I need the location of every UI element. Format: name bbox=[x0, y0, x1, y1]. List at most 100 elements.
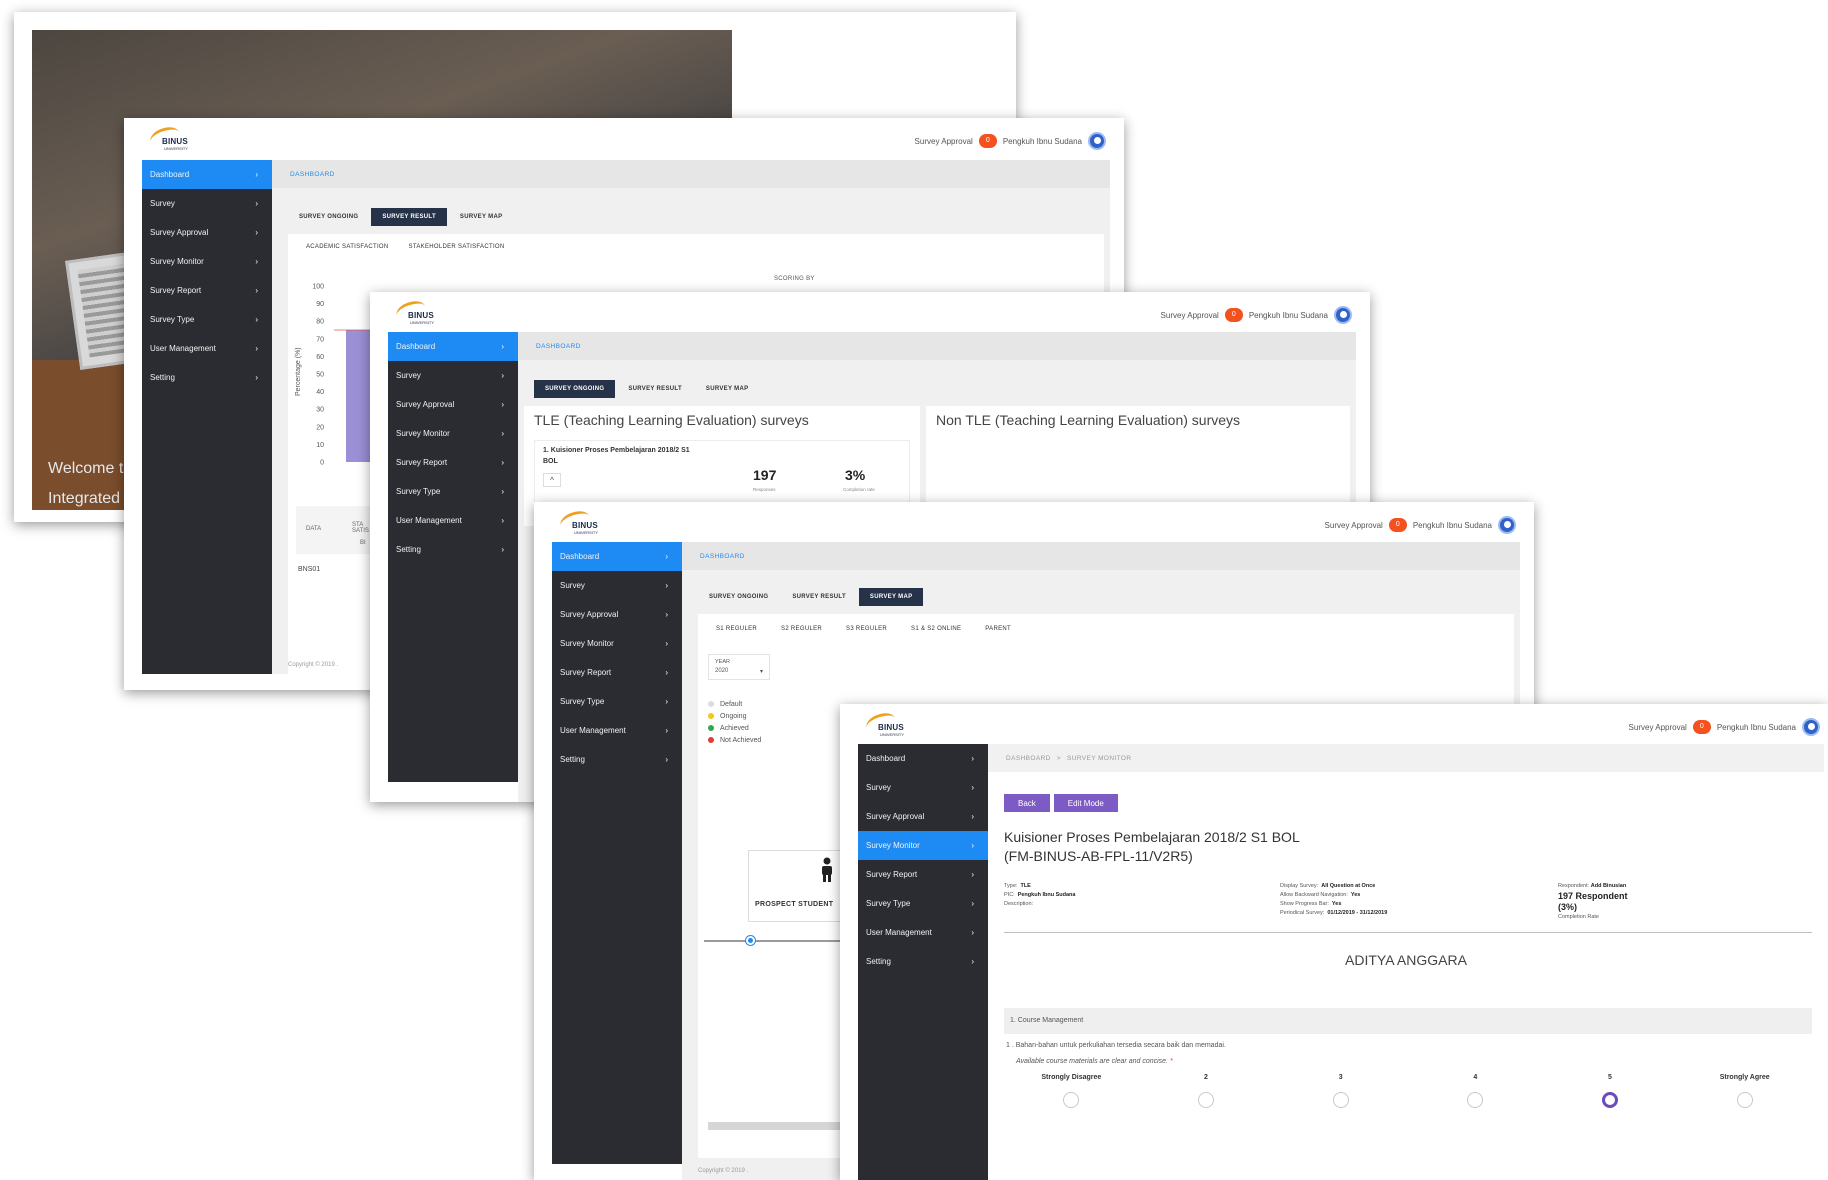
timeline-point[interactable] bbox=[746, 936, 755, 945]
sidebar-item-survey-type[interactable]: Survey Type › bbox=[142, 305, 272, 334]
sidebar-item-survey[interactable]: Survey › bbox=[552, 571, 682, 600]
sidebar-item-label: Dashboard bbox=[866, 754, 906, 763]
survey-approval-link[interactable]: Survey Approval bbox=[1325, 521, 1383, 530]
question-text: 1 . Bahan-bahan untuk perkuliahan tersed… bbox=[1006, 1042, 1226, 1049]
survey-title: Kuisioner Proses Pembelajaran 2018/2 S1 … bbox=[1004, 828, 1300, 866]
tab-survey-ongoing[interactable]: SURVEY ONGOING bbox=[698, 588, 779, 606]
edit-mode-button[interactable]: Edit Mode bbox=[1053, 794, 1118, 812]
rating-radio[interactable] bbox=[1332, 1092, 1349, 1108]
required-mark: * bbox=[1169, 1058, 1173, 1065]
rating-option: 3 bbox=[1332, 1074, 1349, 1108]
sidebar-item-dashboard[interactable]: Dashboard › bbox=[388, 332, 518, 361]
table-header-data: DATA bbox=[306, 526, 322, 532]
sidebar-item-survey-type[interactable]: Survey Type › bbox=[388, 477, 518, 506]
sidebar-item-survey-type[interactable]: Survey Type › bbox=[552, 687, 682, 716]
tab-survey-result[interactable]: SURVEY RESULT bbox=[371, 208, 447, 226]
collapse-button[interactable]: ^ bbox=[543, 473, 561, 487]
chevron-up-icon: ^ bbox=[550, 476, 554, 485]
bar[interactable] bbox=[346, 330, 372, 462]
tab-survey-map[interactable]: SURVEY MAP bbox=[449, 208, 513, 226]
subtab-parent[interactable]: PARENT bbox=[985, 626, 1011, 632]
rating-radio[interactable] bbox=[1063, 1092, 1080, 1108]
sidebar-item-survey-monitor[interactable]: Survey Monitor › bbox=[388, 419, 518, 448]
sidebar-item-setting[interactable]: Setting › bbox=[142, 363, 272, 392]
rating-radio[interactable] bbox=[1467, 1092, 1484, 1108]
user-name[interactable]: Pengkuh Ibnu Sudana bbox=[1413, 521, 1492, 530]
breadcrumb-dashboard[interactable]: DASHBOARD bbox=[700, 553, 745, 560]
survey-code: (FM-BINUS-AB-FPL-11/V2R5) bbox=[1004, 848, 1193, 864]
avatar[interactable] bbox=[1334, 306, 1352, 324]
sidebar-item-setting[interactable]: Setting › bbox=[552, 745, 682, 774]
avatar[interactable] bbox=[1088, 132, 1106, 150]
avatar[interactable] bbox=[1802, 718, 1820, 736]
subtab-s3-reguler[interactable]: S3 REGULER bbox=[846, 626, 887, 632]
sidebar-item-survey-type[interactable]: Survey Type › bbox=[858, 889, 988, 918]
subtab-s1-reguler[interactable]: S1 REGULER bbox=[716, 626, 757, 632]
sidebar-item-dashboard[interactable]: Dashboard › bbox=[142, 160, 272, 189]
sidebar-item-user-management[interactable]: User Management › bbox=[858, 918, 988, 947]
breadcrumb-dashboard[interactable]: DASHBOARD bbox=[536, 343, 581, 350]
sidebar-item-label: Survey Monitor bbox=[396, 429, 450, 438]
user-name[interactable]: Pengkuh Ibnu Sudana bbox=[1249, 311, 1328, 320]
sidebar-item-survey-report[interactable]: Survey Report › bbox=[858, 860, 988, 889]
user-name[interactable]: Pengkuh Ibnu Sudana bbox=[1003, 137, 1082, 146]
survey-approval-link[interactable]: Survey Approval bbox=[915, 137, 973, 146]
sidebar-item-survey[interactable]: Survey › bbox=[858, 773, 988, 802]
sidebar-item-survey-approval[interactable]: Survey Approval › bbox=[142, 218, 272, 247]
sidebar-item-user-management[interactable]: User Management › bbox=[552, 716, 682, 745]
avatar[interactable] bbox=[1498, 516, 1516, 534]
breadcrumb-dashboard[interactable]: DASHBOARD bbox=[290, 171, 335, 178]
chevron-right-icon: › bbox=[971, 841, 974, 850]
sidebar-item-survey-report[interactable]: Survey Report › bbox=[388, 448, 518, 477]
survey-approval-link[interactable]: Survey Approval bbox=[1161, 311, 1219, 320]
legend-dot bbox=[708, 737, 714, 743]
sidebar: Dashboard › Survey › Survey Approval › Survey … bbox=[858, 744, 988, 1180]
sidebar-item-dashboard[interactable]: Dashboard › bbox=[552, 542, 682, 571]
rating-radio[interactable] bbox=[1602, 1092, 1618, 1108]
tab-survey-map[interactable]: SURVEY MAP bbox=[858, 588, 924, 606]
survey-approval-link[interactable]: Survey Approval bbox=[1629, 723, 1687, 732]
tab-survey-result[interactable]: SURVEY RESULT bbox=[781, 588, 857, 606]
horizontal-scrollbar[interactable] bbox=[708, 1122, 858, 1130]
chevron-right-icon: › bbox=[665, 552, 668, 561]
sidebar-item-survey-approval[interactable]: Survey Approval › bbox=[552, 600, 682, 629]
rating-radio[interactable] bbox=[1736, 1092, 1753, 1108]
tab-survey-result[interactable]: SURVEY RESULT bbox=[617, 380, 693, 398]
sidebar-item-survey-monitor[interactable]: Survey Monitor › bbox=[858, 831, 988, 860]
sidebar-item-survey-monitor[interactable]: Survey Monitor › bbox=[552, 629, 682, 658]
non-tle-title: Non TLE (Teaching Learning Evaluation) s… bbox=[936, 412, 1241, 428]
top-bar: BINUS UNIVERSITY Survey Approval 0 Pengku… bbox=[370, 292, 1370, 332]
user-name[interactable]: Pengkuh Ibnu Sudana bbox=[1717, 723, 1796, 732]
sidebar-item-setting[interactable]: Setting › bbox=[858, 947, 988, 976]
sidebar-item-setting[interactable]: Setting › bbox=[388, 535, 518, 564]
sidebar-item-survey-monitor[interactable]: Survey Monitor › bbox=[142, 247, 272, 276]
breadcrumb-dashboard[interactable]: DASHBOARD bbox=[1006, 755, 1051, 762]
sidebar-item-dashboard[interactable]: Dashboard › bbox=[858, 744, 988, 773]
legend-item: Ongoing bbox=[708, 710, 761, 722]
tab-survey-ongoing[interactable]: SURVEY ONGOING bbox=[288, 208, 369, 226]
sidebar-item-survey[interactable]: Survey › bbox=[388, 361, 518, 390]
chevron-right-icon: › bbox=[501, 429, 504, 438]
tab-survey-ongoing[interactable]: SURVEY ONGOING bbox=[534, 380, 616, 398]
chevron-right-icon: › bbox=[255, 199, 258, 208]
sidebar-item-user-management[interactable]: User Management › bbox=[142, 334, 272, 363]
sidebar-item-survey-report[interactable]: Survey Report › bbox=[552, 658, 682, 687]
sidebar-item-survey-report[interactable]: Survey Report › bbox=[142, 276, 272, 305]
sidebar-item-survey-approval[interactable]: Survey Approval › bbox=[388, 390, 518, 419]
sidebar-item-survey-approval[interactable]: Survey Approval › bbox=[858, 802, 988, 831]
subtab-s2-reguler[interactable]: S2 REGULER bbox=[781, 626, 822, 632]
rating-radio[interactable] bbox=[1198, 1092, 1214, 1108]
sidebar-item-user-management[interactable]: User Management › bbox=[388, 506, 518, 535]
back-button[interactable]: Back bbox=[1004, 794, 1050, 812]
subtab-s1-s2-online[interactable]: S1 & S2 ONLINE bbox=[911, 626, 961, 632]
map-node-prospect-student[interactable]: PROSPECT STUDENT bbox=[748, 850, 848, 922]
year-select[interactable]: YEAR 2020 ▾ bbox=[708, 654, 770, 680]
tab-survey-map[interactable]: SURVEY MAP bbox=[695, 380, 759, 398]
subtab-academic[interactable]: ACADEMIC SATISFACTION bbox=[306, 244, 389, 250]
year-label: YEAR bbox=[715, 659, 730, 665]
binus-logo: BINUS UNIVERSITY bbox=[147, 123, 206, 156]
question-translation: Available course materials are clear and… bbox=[1016, 1058, 1173, 1065]
user-bar: Survey Approval 0 Pengkuh Ibnu Sudana bbox=[1161, 306, 1352, 324]
sidebar-item-survey[interactable]: Survey › bbox=[142, 189, 272, 218]
subtab-stakeholder[interactable]: STAKEHOLDER SATISFACTION bbox=[409, 244, 505, 250]
